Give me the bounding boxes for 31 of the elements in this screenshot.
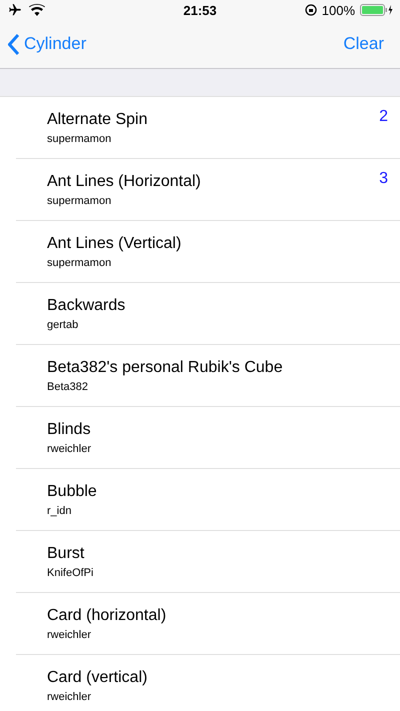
status-time: 21:53 [183,2,217,18]
item-author: KnifeOfPi [47,566,94,578]
rotation-lock-icon [304,4,317,16]
item-title[interactable]: Burst [47,544,388,562]
item-count: 3 [379,170,388,188]
wifi-icon [29,4,45,16]
item-count: 2 [379,108,388,126]
item-author: r_idn [47,504,72,516]
item-author: gertab [47,318,80,330]
item-title[interactable]: Ant Lines (Vertical) [47,234,388,252]
item-author: supermamon [47,256,112,268]
clear-button[interactable]: Clear [343,34,384,54]
item-title[interactable]: Blinds [47,420,388,438]
item-title[interactable]: Alternate Spin [47,110,380,128]
chevron-left-icon [8,34,20,54]
item-author: rweichler [47,628,92,640]
item-title[interactable]: Ant Lines (Horizontal) [47,172,380,190]
battery-icon [360,4,394,16]
item-title[interactable]: Card (vertical) [47,668,388,686]
back-button[interactable]: Cylinder [8,34,86,54]
item-author: Beta382 [47,380,89,392]
airplane-icon [6,3,24,17]
item-author: rweichler [47,690,92,702]
item-author: rweichler [47,442,92,454]
item-title[interactable]: Card (horizontal) [47,606,388,624]
battery-percentage: 100% [322,2,355,18]
item-title[interactable]: Bubble [47,482,388,500]
item-author: supermamon [47,132,112,144]
item-title[interactable]: Beta382's personal Rubik's Cube [47,358,388,376]
item-title[interactable]: Backwards [47,296,388,314]
item-author: supermamon [47,194,112,206]
